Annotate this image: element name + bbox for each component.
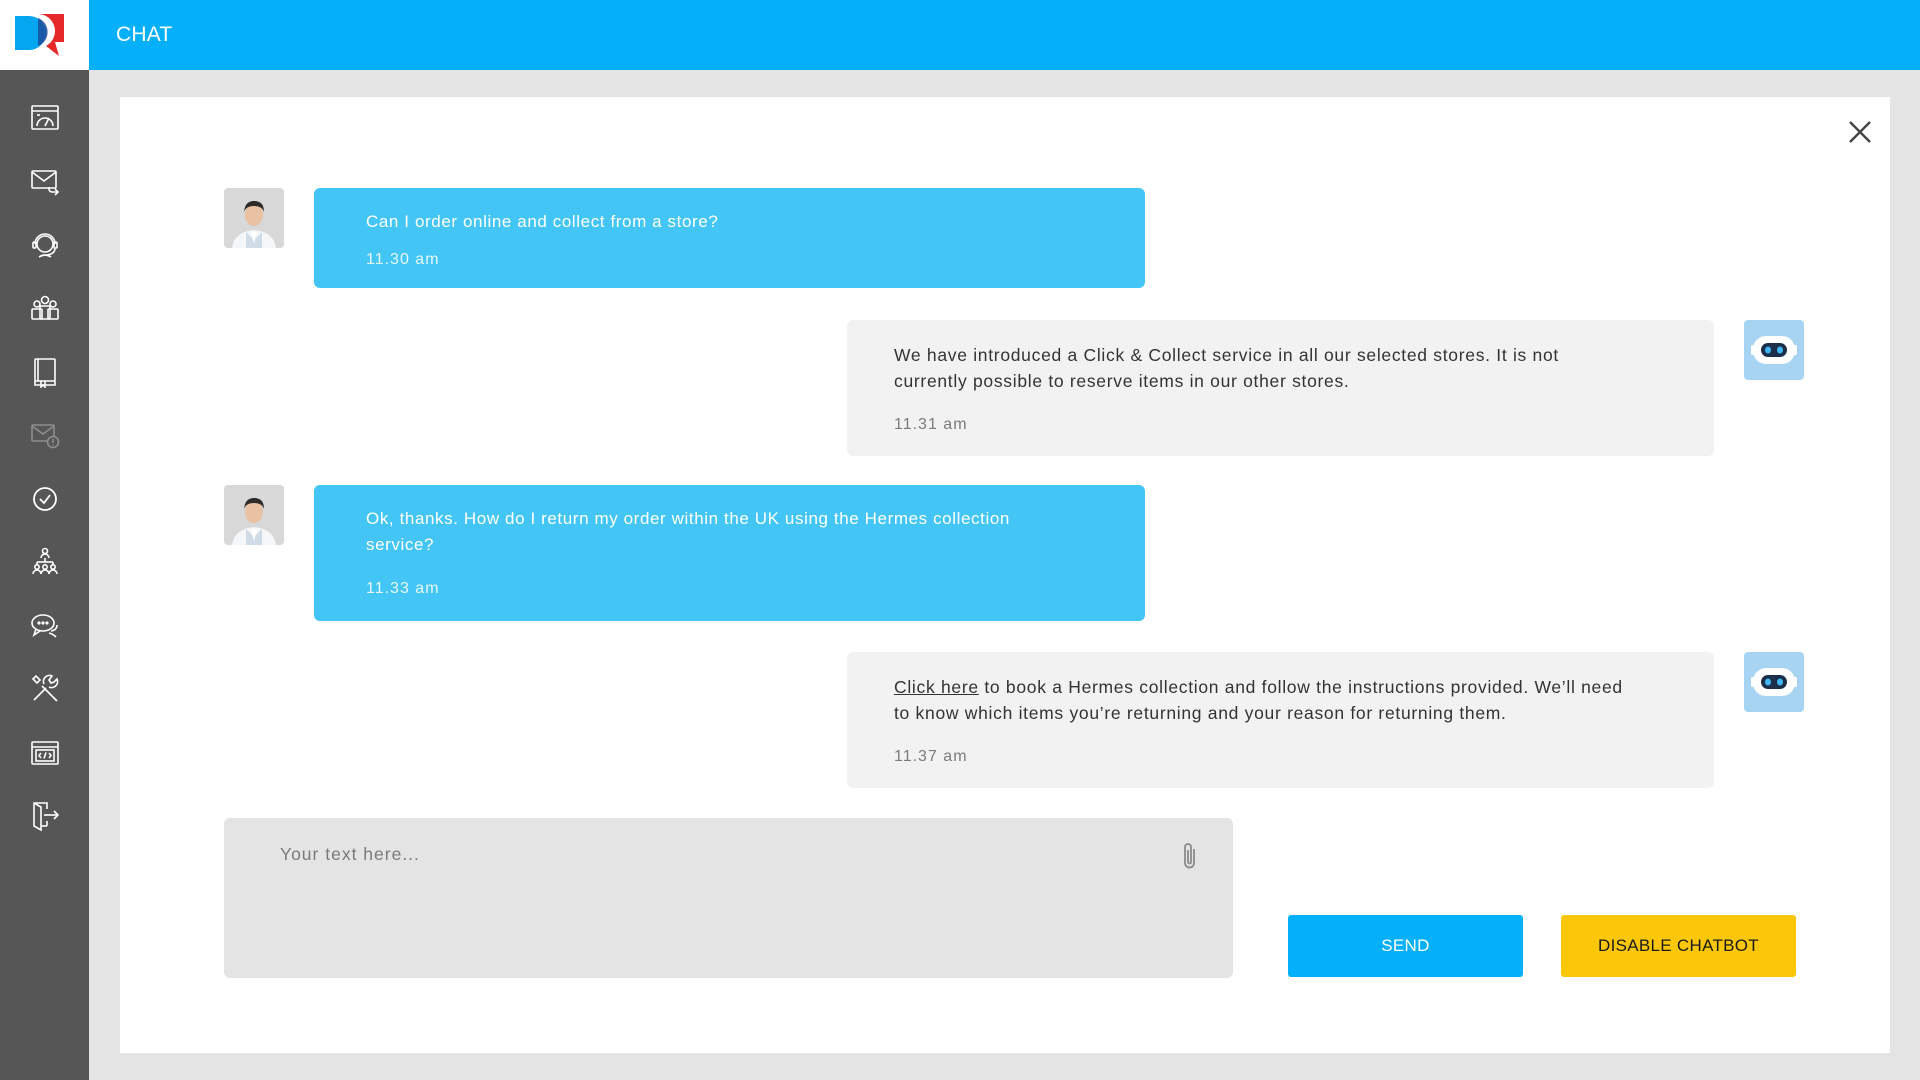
message-bubble-user: Can I order online and collect from a st…	[314, 188, 1145, 288]
sidebar	[0, 0, 89, 1080]
message-bubble-user: Ok, thanks. How do I return my order wit…	[314, 485, 1145, 621]
message-timestamp: 11.33 am	[366, 580, 440, 597]
robot-icon	[1751, 668, 1797, 696]
team-icon	[30, 295, 59, 321]
agent-headset-icon	[31, 232, 58, 258]
disable-chatbot-button[interactable]: DISABLE CHATBOT	[1561, 915, 1796, 977]
sidebar-item-agents[interactable]	[0, 213, 89, 277]
click-here-link[interactable]: Click here	[894, 677, 979, 697]
sidebar-item-logout[interactable]	[0, 785, 89, 849]
message-timestamp: 11.30 am	[366, 251, 440, 268]
sidebar-item-knowledge[interactable]	[0, 340, 89, 404]
bot-avatar	[1744, 652, 1804, 712]
check-circle-icon	[32, 486, 57, 511]
message-text: We have introduced a Click & Collect ser…	[894, 345, 1559, 391]
message-bubble-bot: Click here to book a Hermes collection a…	[847, 652, 1714, 788]
tools-icon	[31, 674, 58, 702]
message-timestamp: 11.37 am	[894, 748, 968, 765]
attach-button[interactable]	[1179, 840, 1201, 877]
user-photo-icon	[224, 485, 284, 545]
sidebar-item-developer[interactable]	[0, 721, 89, 785]
mail-alert-icon	[30, 424, 59, 449]
sidebar-nav	[0, 86, 89, 848]
user-photo-icon	[224, 188, 284, 248]
logo-icon	[15, 14, 64, 56]
app-header: CHAT	[89, 0, 1920, 70]
close-button[interactable]	[1842, 114, 1878, 150]
user-avatar	[224, 485, 284, 545]
sidebar-item-mail-alerts[interactable]	[0, 404, 89, 468]
sidebar-item-tasks[interactable]	[0, 467, 89, 531]
close-icon	[1849, 121, 1871, 143]
send-button[interactable]: SEND	[1288, 915, 1523, 977]
message-timestamp: 11.31 am	[894, 416, 968, 433]
page-title: CHAT	[116, 23, 173, 46]
sidebar-item-chat[interactable]	[0, 594, 89, 658]
sidebar-item-hierarchy[interactable]	[0, 531, 89, 595]
chat-panel: Can I order online and collect from a st…	[120, 97, 1890, 1053]
code-window-icon	[30, 740, 59, 765]
app-logo[interactable]	[0, 0, 89, 70]
message-bubble-bot: We have introduced a Click & Collect ser…	[847, 320, 1714, 456]
sidebar-item-tools[interactable]	[0, 658, 89, 722]
message-text: Ok, thanks. How do I return my order wit…	[366, 509, 1010, 554]
hierarchy-icon	[31, 547, 58, 575]
chat-icon	[30, 613, 58, 638]
mail-reply-icon	[30, 170, 59, 196]
sidebar-item-mail[interactable]	[0, 150, 89, 214]
user-avatar	[224, 188, 284, 248]
bot-avatar	[1744, 320, 1804, 380]
knowledge-book-icon	[33, 357, 56, 388]
sidebar-item-dashboard[interactable]	[0, 86, 89, 150]
message-input[interactable]	[280, 844, 1160, 954]
robot-icon	[1751, 336, 1797, 364]
sidebar-item-team[interactable]	[0, 277, 89, 341]
logout-icon	[32, 802, 59, 832]
message-text: Can I order online and collect from a st…	[366, 212, 719, 231]
message-composer	[224, 818, 1233, 978]
dashboard-icon	[30, 104, 59, 130]
paperclip-icon	[1184, 843, 1195, 869]
message-text: Click here to book a Hermes collection a…	[894, 677, 1623, 723]
